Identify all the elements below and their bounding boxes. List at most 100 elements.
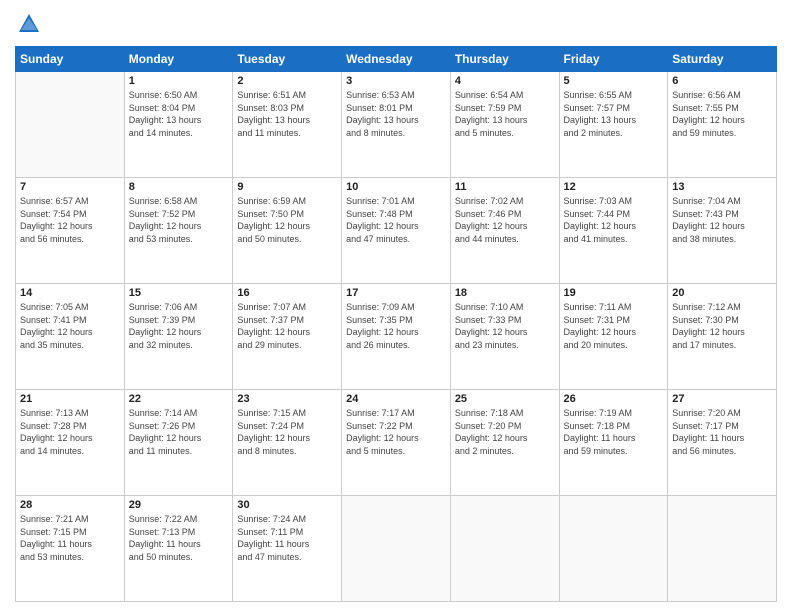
day-info: Sunrise: 7:17 AM Sunset: 7:22 PM Dayligh… xyxy=(346,407,446,457)
calendar-cell: 19Sunrise: 7:11 AM Sunset: 7:31 PM Dayli… xyxy=(559,284,668,390)
day-number: 5 xyxy=(564,75,664,87)
day-number: 16 xyxy=(237,287,337,299)
calendar-cell: 3 Sunrise: 6:53 AM Sunset: 8:01 PM Daylig… xyxy=(342,72,451,178)
day-number: 17 xyxy=(346,287,446,299)
day-info: Sunrise: 7:18 AM Sunset: 7:20 PM Dayligh… xyxy=(455,407,555,457)
day-number: 21 xyxy=(20,393,120,405)
day-number: 8 xyxy=(129,181,229,193)
calendar-cell: 16 Sunrise: 7:07 AM Sunset: 7:37 PM Dayli… xyxy=(233,284,342,390)
day-number: 14 xyxy=(20,287,120,299)
calendar-header-monday: Monday xyxy=(124,47,233,72)
day-info: Sunrise: 7:09 AM Sunset: 7:35 PM Dayligh… xyxy=(346,301,446,351)
day-number: 7 xyxy=(20,181,120,193)
day-info: Sunrise: 7:12 AM Sunset: 7:30 PM Dayligh… xyxy=(672,301,772,351)
calendar-cell: 22Sunrise: 7:14 AM Sunset: 7:26 PM Dayli… xyxy=(124,390,233,496)
day-number: 20 xyxy=(672,287,772,299)
day-number: 3 xyxy=(346,75,446,87)
calendar-cell: 25 Sunrise: 7:18 AM Sunset: 7:20 PM Dayli… xyxy=(450,390,559,496)
day-number: 30 xyxy=(237,499,337,511)
calendar-cell: 2 Sunrise: 6:51 AM Sunset: 8:03 PM Daylig… xyxy=(233,72,342,178)
calendar-cell xyxy=(668,496,777,602)
day-info: Sunrise: 7:24 AM Sunset: 7:11 PM Dayligh… xyxy=(237,513,337,563)
calendar-cell: 9 Sunrise: 6:59 AM Sunset: 7:50 PM Daylig… xyxy=(233,178,342,284)
day-info: Sunrise: 6:59 AM Sunset: 7:50 PM Dayligh… xyxy=(237,195,337,245)
calendar-header-saturday: Saturday xyxy=(668,47,777,72)
day-number: 10 xyxy=(346,181,446,193)
calendar-cell: 5Sunrise: 6:55 AM Sunset: 7:57 PM Daylig… xyxy=(559,72,668,178)
day-info: Sunrise: 7:20 AM Sunset: 7:17 PM Dayligh… xyxy=(672,407,772,457)
day-info: Sunrise: 6:54 AM Sunset: 7:59 PM Dayligh… xyxy=(455,89,555,139)
calendar-cell xyxy=(342,496,451,602)
day-info: Sunrise: 7:01 AM Sunset: 7:48 PM Dayligh… xyxy=(346,195,446,245)
calendar-cell: 28 Sunrise: 7:21 AM Sunset: 7:15 PM Dayli… xyxy=(16,496,125,602)
day-info: Sunrise: 6:58 AM Sunset: 7:52 PM Dayligh… xyxy=(129,195,229,245)
day-info: Sunrise: 7:05 AM Sunset: 7:41 PM Dayligh… xyxy=(20,301,120,351)
calendar-cell: 17 Sunrise: 7:09 AM Sunset: 7:35 PM Dayli… xyxy=(342,284,451,390)
day-number: 28 xyxy=(20,499,120,511)
day-info: Sunrise: 6:51 AM Sunset: 8:03 PM Dayligh… xyxy=(237,89,337,139)
calendar-cell: 24 Sunrise: 7:17 AM Sunset: 7:22 PM Dayli… xyxy=(342,390,451,496)
calendar-header-sunday: Sunday xyxy=(16,47,125,72)
day-info: Sunrise: 7:21 AM Sunset: 7:15 PM Dayligh… xyxy=(20,513,120,563)
calendar-header-row: SundayMondayTuesdayWednesdayThursdayFrid… xyxy=(16,47,777,72)
calendar-cell: 26 Sunrise: 7:19 AM Sunset: 7:18 PM Dayli… xyxy=(559,390,668,496)
day-number: 18 xyxy=(455,287,555,299)
calendar-cell: 4 Sunrise: 6:54 AM Sunset: 7:59 PM Daylig… xyxy=(450,72,559,178)
calendar-header-wednesday: Wednesday xyxy=(342,47,451,72)
calendar-header-friday: Friday xyxy=(559,47,668,72)
calendar-week-row-4: 21 Sunrise: 7:13 AM Sunset: 7:28 PM Dayli… xyxy=(16,390,777,496)
calendar-cell: 1 Sunrise: 6:50 AM Sunset: 8:04 PM Daylig… xyxy=(124,72,233,178)
day-number: 2 xyxy=(237,75,337,87)
calendar-cell: 8 Sunrise: 6:58 AM Sunset: 7:52 PM Daylig… xyxy=(124,178,233,284)
day-number: 15 xyxy=(129,287,229,299)
logo xyxy=(15,10,47,38)
day-info: Sunrise: 7:04 AM Sunset: 7:43 PM Dayligh… xyxy=(672,195,772,245)
calendar-cell xyxy=(16,72,125,178)
day-number: 1 xyxy=(129,75,229,87)
day-info: Sunrise: 7:13 AM Sunset: 7:28 PM Dayligh… xyxy=(20,407,120,457)
calendar-cell: 13 Sunrise: 7:04 AM Sunset: 7:43 PM Dayli… xyxy=(668,178,777,284)
day-info: Sunrise: 6:53 AM Sunset: 8:01 PM Dayligh… xyxy=(346,89,446,139)
day-info: Sunrise: 6:50 AM Sunset: 8:04 PM Dayligh… xyxy=(129,89,229,139)
calendar-week-row-3: 14 Sunrise: 7:05 AM Sunset: 7:41 PM Dayli… xyxy=(16,284,777,390)
day-info: Sunrise: 7:03 AM Sunset: 7:44 PM Dayligh… xyxy=(564,195,664,245)
day-info: Sunrise: 6:56 AM Sunset: 7:55 PM Dayligh… xyxy=(672,89,772,139)
calendar-header-tuesday: Tuesday xyxy=(233,47,342,72)
calendar-cell: 12 Sunrise: 7:03 AM Sunset: 7:44 PM Dayli… xyxy=(559,178,668,284)
day-number: 9 xyxy=(237,181,337,193)
calendar-cell: 11Sunrise: 7:02 AM Sunset: 7:46 PM Dayli… xyxy=(450,178,559,284)
calendar-cell: 18 Sunrise: 7:10 AM Sunset: 7:33 PM Dayli… xyxy=(450,284,559,390)
day-number: 13 xyxy=(672,181,772,193)
calendar-week-row-5: 28 Sunrise: 7:21 AM Sunset: 7:15 PM Dayli… xyxy=(16,496,777,602)
calendar-table: SundayMondayTuesdayWednesdayThursdayFrid… xyxy=(15,46,777,602)
day-info: Sunrise: 7:07 AM Sunset: 7:37 PM Dayligh… xyxy=(237,301,337,351)
calendar-cell: 21 Sunrise: 7:13 AM Sunset: 7:28 PM Dayli… xyxy=(16,390,125,496)
day-info: Sunrise: 7:11 AM Sunset: 7:31 PM Dayligh… xyxy=(564,301,664,351)
day-number: 23 xyxy=(237,393,337,405)
day-info: Sunrise: 7:15 AM Sunset: 7:24 PM Dayligh… xyxy=(237,407,337,457)
day-number: 6 xyxy=(672,75,772,87)
calendar-week-row-2: 7 Sunrise: 6:57 AM Sunset: 7:54 PM Daylig… xyxy=(16,178,777,284)
calendar-cell: 7 Sunrise: 6:57 AM Sunset: 7:54 PM Daylig… xyxy=(16,178,125,284)
calendar-cell: 10 Sunrise: 7:01 AM Sunset: 7:48 PM Dayli… xyxy=(342,178,451,284)
calendar-cell xyxy=(450,496,559,602)
header xyxy=(15,10,777,38)
calendar-cell xyxy=(559,496,668,602)
day-number: 22 xyxy=(129,393,229,405)
day-number: 25 xyxy=(455,393,555,405)
day-number: 26 xyxy=(564,393,664,405)
calendar-cell: 27 Sunrise: 7:20 AM Sunset: 7:17 PM Dayli… xyxy=(668,390,777,496)
day-info: Sunrise: 7:22 AM Sunset: 7:13 PM Dayligh… xyxy=(129,513,229,563)
calendar-week-row-1: 1 Sunrise: 6:50 AM Sunset: 8:04 PM Daylig… xyxy=(16,72,777,178)
day-number: 12 xyxy=(564,181,664,193)
day-info: Sunrise: 7:06 AM Sunset: 7:39 PM Dayligh… xyxy=(129,301,229,351)
day-number: 27 xyxy=(672,393,772,405)
day-info: Sunrise: 7:10 AM Sunset: 7:33 PM Dayligh… xyxy=(455,301,555,351)
day-info: Sunrise: 7:19 AM Sunset: 7:18 PM Dayligh… xyxy=(564,407,664,457)
calendar-cell: 23 Sunrise: 7:15 AM Sunset: 7:24 PM Dayli… xyxy=(233,390,342,496)
day-number: 24 xyxy=(346,393,446,405)
day-number: 4 xyxy=(455,75,555,87)
calendar-cell: 15 Sunrise: 7:06 AM Sunset: 7:39 PM Dayli… xyxy=(124,284,233,390)
day-number: 11 xyxy=(455,181,555,193)
day-info: Sunrise: 6:57 AM Sunset: 7:54 PM Dayligh… xyxy=(20,195,120,245)
